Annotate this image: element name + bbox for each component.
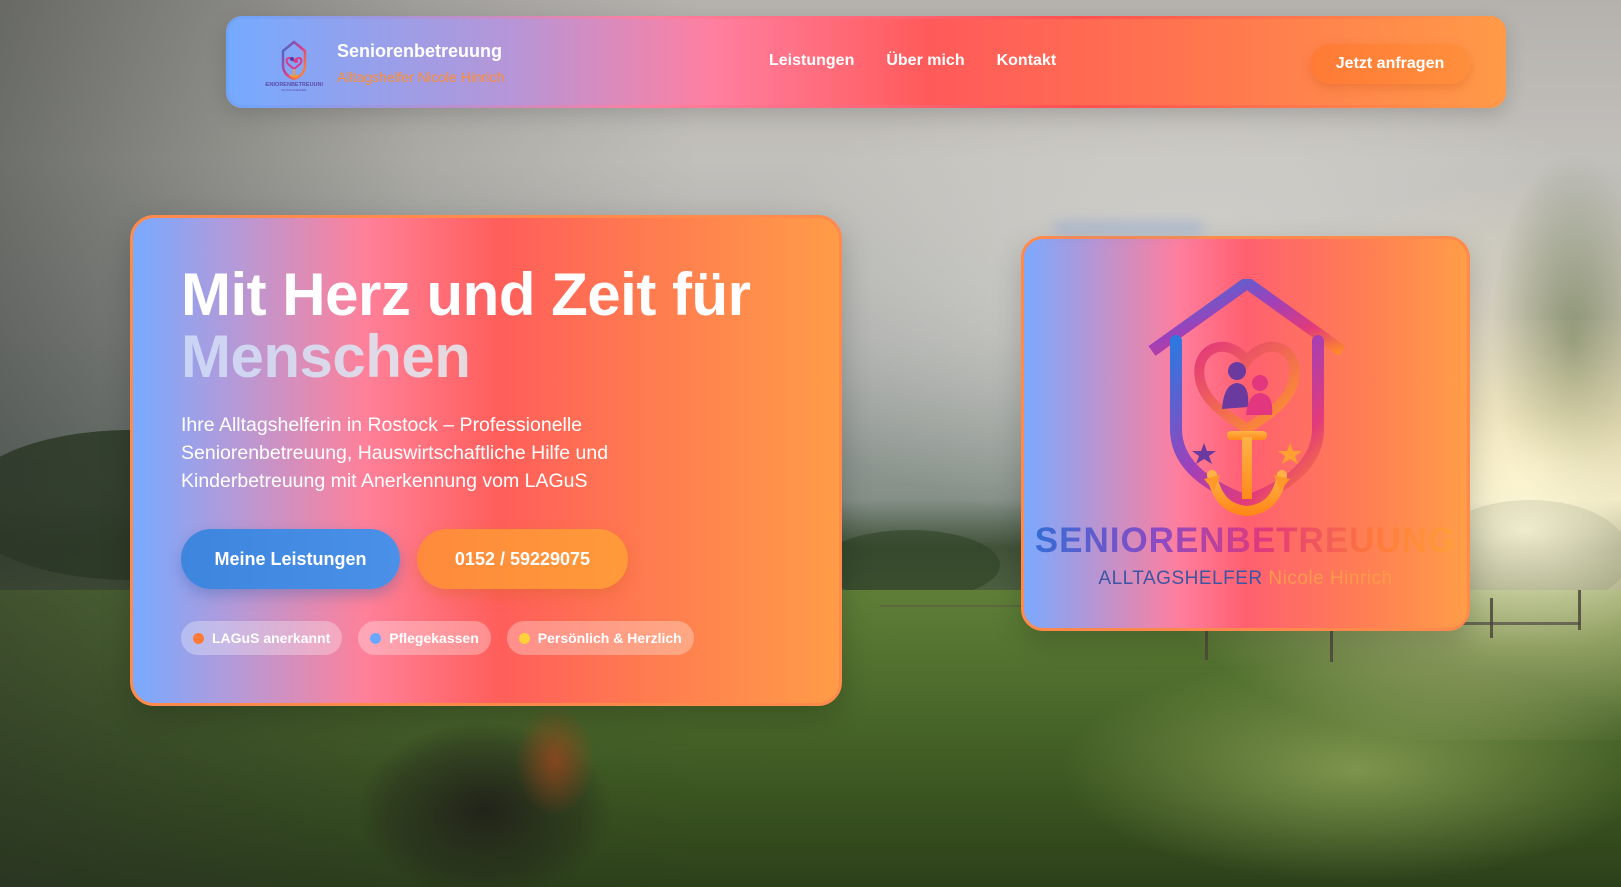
logo-card: SENIORENBETREUUNG ALLTAGSHELFER Nicole H… [1021, 236, 1470, 631]
brand-title: Seniorenbetreuung [337, 40, 503, 61]
logo-wordmark: SENIORENBETREUUNG [1024, 521, 1467, 561]
nav-link-ueber-mich[interactable]: Über mich [886, 52, 964, 70]
badge-dot-orange-icon [193, 632, 204, 644]
hero-title-line1: Mit Herz und Zeit für [181, 261, 751, 328]
hero-card: Mit Herz und Zeit für Menschen Ihre Allt… [130, 215, 842, 706]
top-navbar: SENIORENBETREUUNG ALLTAGSHELFER Senioren… [226, 16, 1506, 108]
request-now-button[interactable]: Jetzt anfragen [1310, 44, 1470, 84]
nav-link-leistungen[interactable]: Leistungen [769, 52, 854, 70]
nav-link-kontakt[interactable]: Kontakt [997, 52, 1057, 70]
badge-label: Pflegekassen [389, 630, 479, 646]
services-button[interactable]: Meine Leistungen [181, 529, 400, 589]
badge-persoenlich: Persönlich & Herzlich [506, 621, 694, 655]
logo-subline-part1: ALLTAGSHELFER [1098, 568, 1263, 589]
badge-lagus: LAGuS anerkannt [181, 621, 343, 655]
badge-label: LAGuS anerkannt [212, 630, 331, 646]
hero-title-accent: Menschen [181, 326, 750, 388]
house-heart-anchor-logo-icon [1142, 277, 1352, 524]
nav-links: Leistungen Über mich Kontakt [769, 52, 1056, 70]
brand[interactable]: SENIORENBETREUUNG ALLTAGSHELFER Senioren… [262, 35, 505, 93]
hero-description: Ihre Alltagshelferin in Rostock – Profes… [181, 414, 609, 492]
logo-subline-part2: Nicole Hinrich [1268, 568, 1393, 589]
svg-text:ALLTAGSHELFER: ALLTAGSHELFER [282, 88, 308, 92]
logo-subline: ALLTAGSHELFER Nicole Hinrich [1024, 568, 1467, 590]
badge-pflegekassen: Pflegekassen [358, 621, 491, 655]
badge-label: Persönlich & Herzlich [537, 630, 682, 646]
badge-dot-blue-icon [370, 632, 382, 644]
phone-call-button[interactable]: 0152 / 59229075 [417, 529, 628, 589]
badge-dot-yellow-icon [518, 632, 530, 644]
hero-title: Mit Herz und Zeit für Menschen [181, 261, 751, 388]
brand-logo-icon: SENIORENBETREUUNG ALLTAGSHELFER [262, 35, 326, 93]
trust-badges: LAGuS anerkannt Pflegekassen Persönlich … [181, 621, 694, 655]
brand-subtitle: Alltagshelfer Nicole Hinrich [337, 68, 505, 85]
